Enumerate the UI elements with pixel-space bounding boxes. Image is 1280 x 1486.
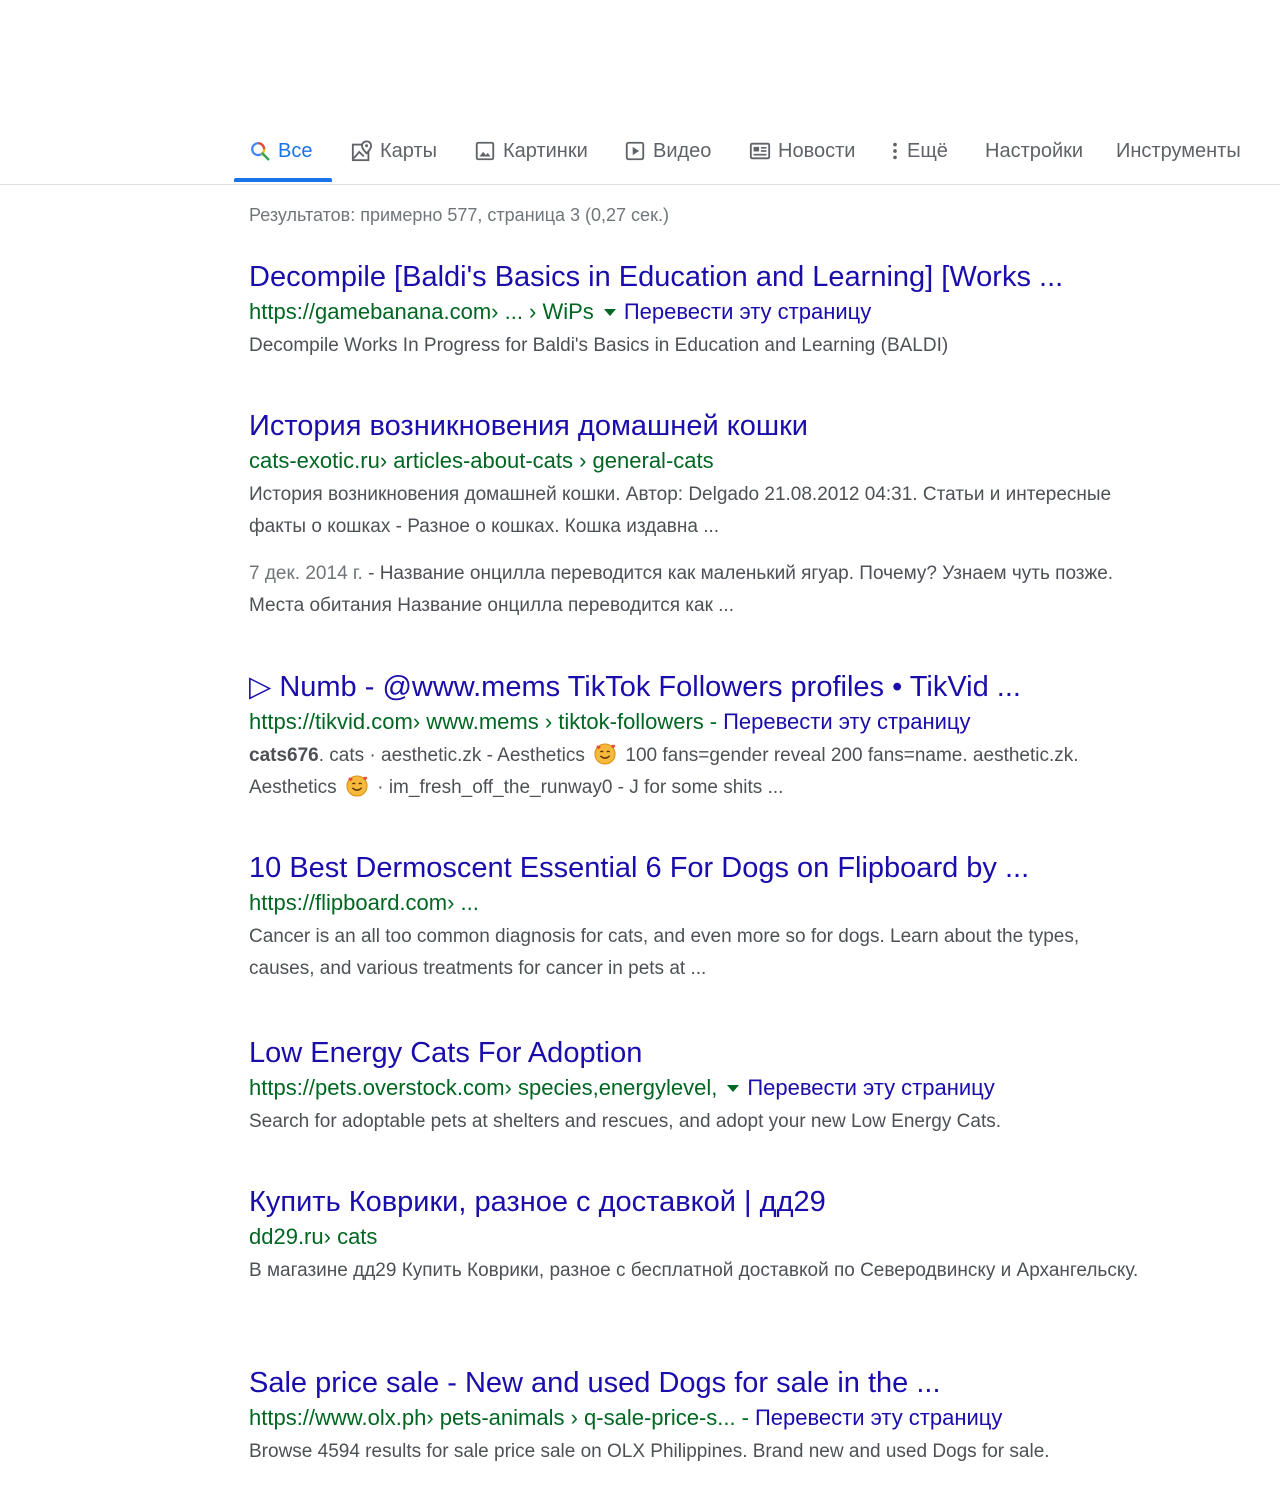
result-stats: Результатов: примерно 577, страница 3 (0… — [249, 205, 669, 225]
news-icon — [749, 140, 771, 162]
search-tabs: Все Карты Картинки Видео Новости Ещё Нас… — [0, 120, 1280, 185]
result-snippet: Decompile Works In Progress for Baldi's … — [249, 335, 949, 356]
result-url: https://www.olx.ph › pets-animals › q-sa… — [249, 1404, 1149, 1432]
result-url-host[interactable]: dd29.ru — [249, 1223, 324, 1251]
search-result: История возникновения домашней кошки cat… — [249, 408, 1149, 622]
result-snippet-secondary: 7 дек. 2014 г. - Название онцилла перево… — [249, 558, 1149, 622]
tab-images[interactable]: Картинки — [474, 120, 588, 182]
translate-page-link[interactable]: Перевести эту страницу — [624, 298, 871, 326]
result-url-host[interactable]: https://www.olx.ph — [249, 1404, 426, 1432]
search-result: ▷ Numb - @www.mems TikTok Followers profi… — [249, 669, 1149, 804]
tab-maps-label: Карты — [380, 139, 437, 162]
tab-news[interactable]: Новости — [749, 120, 855, 182]
result-url-path: › ... › WiPs — [491, 299, 594, 324]
tab-video-label: Видео — [653, 139, 712, 162]
tab-news-label: Новости — [778, 139, 856, 162]
tab-more-label: Ещё — [907, 139, 948, 162]
translate-page-link[interactable]: Перевести эту страницу — [755, 1404, 1002, 1432]
result-snippet-text: - Название онцилла переводится как мален… — [249, 563, 1114, 616]
snippet-bold-term: cats676 — [249, 745, 319, 766]
more-vertical-icon — [890, 140, 900, 162]
result-snippet: История возникновения домашней кошки. Ав… — [249, 484, 1112, 537]
tab-tools[interactable]: Инструменты — [1116, 120, 1241, 182]
result-snippet: Browse 4594 results for sale price sale … — [249, 1441, 1050, 1462]
snippet-part: · im_fresh_off_the_runway0 - J for some … — [377, 777, 784, 798]
search-result: Sale price sale - New and used Dogs for … — [249, 1365, 1149, 1468]
result-url-host[interactable]: https://tikvid.com — [249, 708, 413, 736]
result-snippet: cats676. cats · aesthetic.zk - Aesthetic… — [249, 740, 1149, 804]
result-date: 7 дек. 2014 г. — [249, 563, 363, 584]
search-result: Low Energy Cats For Adoption https://pet… — [249, 1035, 1149, 1138]
result-url-path: › www.mems › tiktok-followers — [412, 709, 704, 734]
active-tab-indicator — [234, 178, 332, 182]
search-result: Decompile [Baldi's Basics in Education a… — [249, 259, 1149, 362]
result-title-text: Numb - @www.mems TikTok Followers profil… — [279, 671, 1021, 703]
result-url: cats-exotic.ru › articles-about-cats › g… — [249, 447, 1149, 475]
tab-settings-label: Настройки — [985, 139, 1084, 162]
search-result: Купить Коврики, разное с доставкой | дд2… — [249, 1184, 1149, 1287]
result-url: https://flipboard.com › ... — [249, 889, 1149, 917]
map-pin-icon — [351, 140, 373, 162]
tab-all[interactable]: Все — [249, 120, 312, 182]
video-play-icon — [624, 140, 646, 162]
result-url: https://gamebanana.com › ... › WiPs Пере… — [249, 298, 1149, 326]
result-url: https://pets.overstock.com › species,ene… — [249, 1074, 1149, 1102]
url-separator: - — [709, 709, 718, 734]
smiling-hearts-emoji-icon — [346, 775, 368, 797]
tab-images-label: Картинки — [503, 139, 588, 162]
result-snippet: В магазине дд29 Купить Коврики, разное с… — [249, 1260, 1139, 1281]
result-url-host[interactable]: https://gamebanana.com — [249, 298, 491, 326]
search-result: 10 Best Dermoscent Essential 6 For Dogs … — [249, 850, 1149, 985]
translate-page-link[interactable]: Перевести эту страницу — [723, 708, 970, 736]
tab-settings[interactable]: Настройки — [985, 120, 1083, 182]
result-snippet: Cancer is an all too common diagnosis fo… — [249, 926, 1080, 979]
result-url-path: › pets-animals › q-sale-price-s... — [426, 1405, 736, 1430]
result-url-host[interactable]: https://pets.overstock.com — [249, 1074, 505, 1102]
result-url-path: › species,energylevel, — [504, 1075, 718, 1100]
result-title-link[interactable]: 10 Best Dermoscent Essential 6 For Dogs … — [249, 850, 1149, 886]
result-url-host[interactable]: cats-exotic.ru — [249, 447, 380, 475]
chevron-down-icon[interactable] — [603, 308, 616, 316]
play-triangle-icon: ▷ — [249, 671, 272, 703]
result-title-link[interactable]: Sale price sale - New and used Dogs for … — [249, 1365, 1149, 1401]
image-icon — [474, 140, 496, 162]
result-url-path: › cats — [323, 1224, 378, 1249]
tab-tools-label: Инструменты — [1116, 139, 1241, 162]
result-title-link[interactable]: История возникновения домашней кошки — [249, 408, 1149, 444]
tab-maps[interactable]: Карты — [351, 120, 437, 182]
translate-page-link[interactable]: Перевести эту страницу — [747, 1074, 994, 1102]
result-title-link[interactable]: Low Energy Cats For Adoption — [249, 1035, 1149, 1071]
result-url-path: › articles-about-cats › general-cats — [379, 448, 714, 473]
search-icon — [249, 140, 271, 162]
result-title-link[interactable]: ▷ Numb - @www.mems TikTok Followers profi… — [249, 669, 1149, 705]
snippet-part: . cats · aesthetic.zk - Aesthetics — [318, 745, 585, 766]
search-results-page: Все Карты Картинки Видео Новости Ещё Нас… — [0, 0, 1280, 1486]
result-title-link[interactable]: Купить Коврики, разное с доставкой | дд2… — [249, 1184, 1149, 1220]
chevron-down-icon[interactable] — [727, 1084, 740, 1092]
result-url-host[interactable]: https://flipboard.com — [249, 889, 447, 917]
result-url: dd29.ru › cats — [249, 1223, 1149, 1251]
tab-all-label: Все — [278, 139, 313, 162]
result-url: https://tikvid.com › www.mems › tiktok-f… — [249, 708, 1149, 736]
tab-more[interactable]: Ещё — [890, 120, 948, 182]
result-title-link[interactable]: Decompile [Baldi's Basics in Education a… — [249, 259, 1149, 295]
url-separator: - — [741, 1405, 749, 1430]
result-url-path: › ... — [447, 890, 479, 915]
smiling-hearts-emoji-icon — [594, 743, 616, 765]
tab-video[interactable]: Видео — [624, 120, 711, 182]
result-snippet: Search for adoptable pets at shelters an… — [249, 1111, 1002, 1132]
